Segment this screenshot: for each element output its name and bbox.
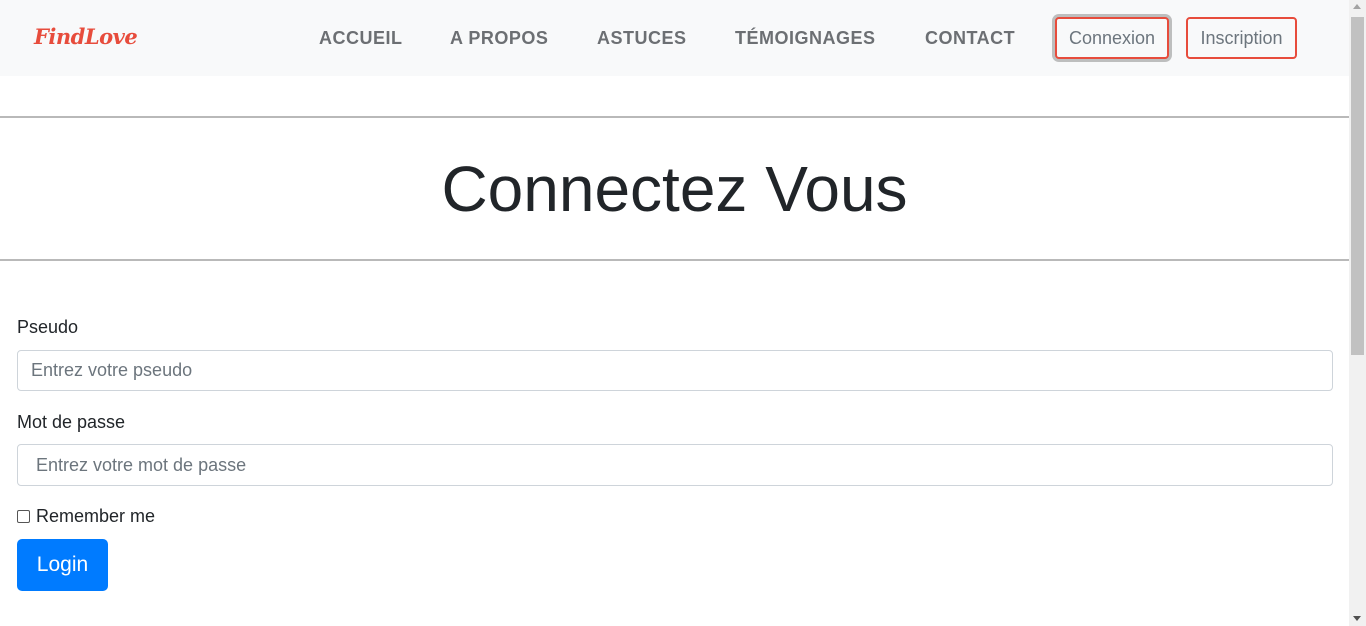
pseudo-label: Pseudo bbox=[17, 317, 79, 337]
page: FindLove ACCUEIL A PROPOS ASTUCES TÉMOIG… bbox=[0, 0, 1349, 626]
password-label: Mot de passe bbox=[17, 412, 126, 432]
connexion-button[interactable]: Connexion bbox=[1055, 17, 1169, 59]
nav-link-temoignages[interactable]: TÉMOIGNAGES bbox=[735, 28, 876, 49]
scroll-thumb[interactable] bbox=[1351, 17, 1364, 355]
nav-link-contact[interactable]: CONTACT bbox=[925, 28, 1015, 49]
login-button[interactable]: Login bbox=[17, 539, 108, 591]
brand-logo[interactable]: FindLove bbox=[34, 24, 138, 49]
title-divider-top bbox=[0, 116, 1349, 118]
scroll-down-arrow-icon[interactable] bbox=[1353, 616, 1361, 621]
nav-link-a-propos[interactable]: A PROPOS bbox=[450, 28, 548, 49]
title-divider-bottom bbox=[0, 259, 1349, 261]
pseudo-input[interactable] bbox=[17, 350, 1333, 391]
remember-me-row: Remember me bbox=[17, 506, 155, 527]
password-input[interactable] bbox=[17, 444, 1333, 486]
navbar: FindLove ACCUEIL A PROPOS ASTUCES TÉMOIG… bbox=[0, 0, 1349, 76]
nav-link-astuces[interactable]: ASTUCES bbox=[597, 28, 687, 49]
scroll-up-arrow-icon[interactable] bbox=[1353, 4, 1361, 9]
remember-me-checkbox[interactable] bbox=[17, 510, 30, 523]
remember-me-label[interactable]: Remember me bbox=[36, 506, 155, 527]
vertical-scrollbar[interactable] bbox=[1349, 0, 1366, 626]
inscription-button[interactable]: Inscription bbox=[1186, 17, 1297, 59]
nav-link-accueil[interactable]: ACCUEIL bbox=[319, 28, 403, 49]
page-title: Connectez Vous bbox=[441, 153, 908, 225]
